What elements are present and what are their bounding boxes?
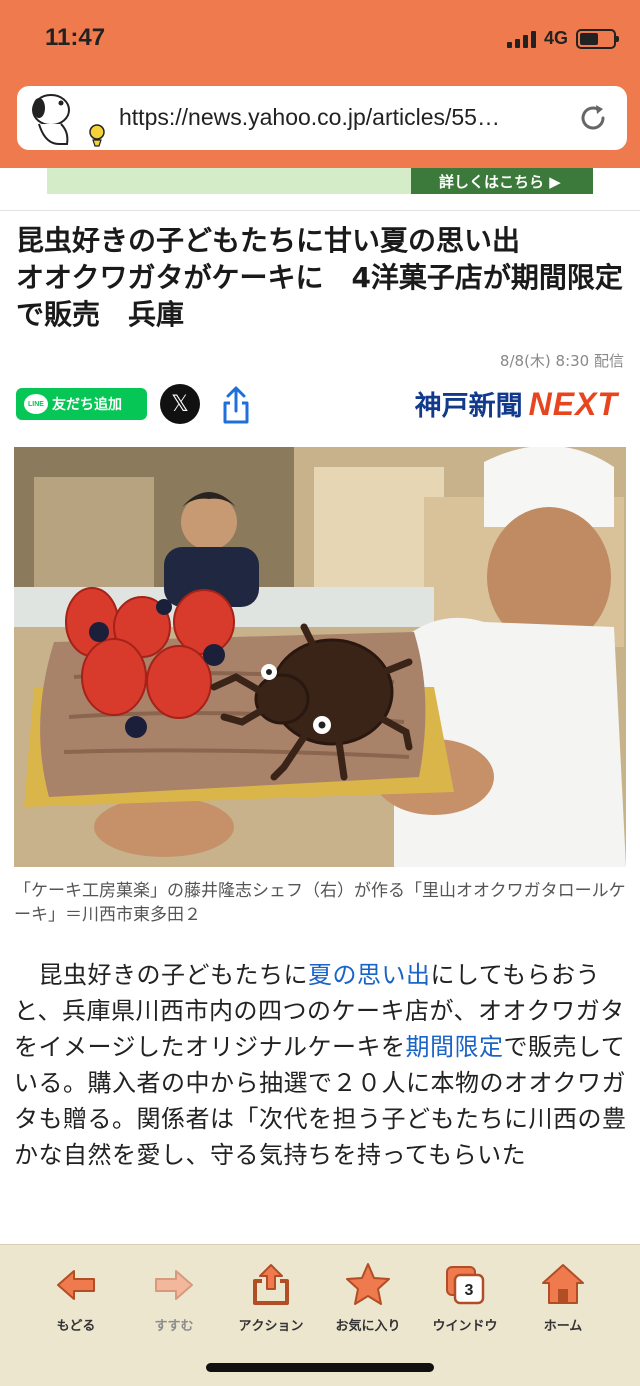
- action-label: アクション: [238, 1319, 304, 1334]
- windows-icon: 3: [446, 1266, 485, 1305]
- ad-cta[interactable]: 詳しくはこちら ▶: [411, 168, 593, 194]
- share-icon[interactable]: [220, 385, 252, 425]
- divider: [0, 210, 640, 211]
- publisher-logo[interactable]: 神戸新聞 NEXT: [415, 384, 618, 423]
- favorites-button[interactable]: お気に入り: [322, 1261, 414, 1334]
- forward-button[interactable]: すすむ: [128, 1261, 220, 1334]
- window-count: 3: [465, 1282, 474, 1299]
- star-icon: [346, 1263, 390, 1305]
- line-icon: LINE: [24, 394, 48, 414]
- keyword-link-limited-time[interactable]: 期間限定: [406, 1033, 504, 1061]
- windows-label: ウインドウ: [432, 1319, 498, 1334]
- article-headline: 昆虫好きの子どもたちに甘い夏の思い出 オオクワガタがケーキに 4洋菓子店が期間限…: [16, 224, 623, 332]
- home-indicator: [206, 1363, 434, 1372]
- reload-icon[interactable]: [577, 102, 609, 134]
- back-label: もどる: [56, 1319, 96, 1334]
- browser-header: 11:47 4G https://news.yahoo.co.jp/articl…: [0, 0, 640, 168]
- favorites-label: お気に入り: [335, 1319, 401, 1334]
- battery-icon: [576, 28, 619, 49]
- network-type: 4G: [543, 28, 568, 48]
- home-icon: [542, 1264, 584, 1304]
- share-action-icon: [253, 1264, 289, 1305]
- x-icon: 𝕏: [171, 391, 189, 417]
- action-button[interactable]: アクション: [225, 1261, 317, 1334]
- x-share-button[interactable]: 𝕏: [160, 384, 200, 424]
- status-indicators: 4G: [506, 28, 619, 49]
- publisher-name-en: NEXT: [528, 386, 618, 422]
- article-photo[interactable]: [14, 447, 626, 867]
- mascot-icon: [32, 94, 105, 147]
- publisher-name-jp: 神戸新聞: [414, 391, 523, 422]
- signal-icon: [506, 30, 536, 48]
- keyword-link-summer-memories[interactable]: 夏の思い出: [308, 961, 431, 989]
- publish-date: 8/8(木) 8:30 配信: [499, 352, 624, 370]
- line-add-friend-button[interactable]: LINE 友だち追加: [16, 388, 147, 420]
- ad-banner[interactable]: 詳しくはこちら ▶: [47, 168, 593, 194]
- back-button[interactable]: もどる: [30, 1261, 122, 1334]
- forward-label: すすむ: [154, 1319, 194, 1334]
- body-text-1: 昆虫好きの子どもたちに: [14, 961, 308, 989]
- url-bar[interactable]: https://news.yahoo.co.jp/articles/55…: [17, 86, 627, 150]
- line-button-label: 友だち追加: [52, 397, 122, 413]
- windows-button[interactable]: 3 ウインドウ: [419, 1261, 511, 1334]
- article-body: 昆虫好きの子どもたちに夏の思い出にしてもらおうと、兵庫県川西市内の四つのケーキ店…: [14, 957, 628, 1247]
- photo-illustration: [14, 447, 626, 867]
- arrow-right-icon: [155, 1270, 193, 1300]
- url-text[interactable]: https://news.yahoo.co.jp/articles/55…: [119, 104, 559, 131]
- home-label: ホーム: [543, 1319, 583, 1334]
- home-button[interactable]: ホーム: [517, 1261, 609, 1334]
- photo-caption: 「ケーキ工房菓楽」の藤井隆志シェフ（右）が作る「里山オオクワガタロールケーキ」＝…: [14, 881, 626, 925]
- bottom-toolbar: もどる すすむ アクション お気に入り 3 ウインドウ ホーム: [0, 1244, 640, 1386]
- arrow-left-icon: [57, 1270, 95, 1300]
- status-time: 11:47: [45, 24, 106, 51]
